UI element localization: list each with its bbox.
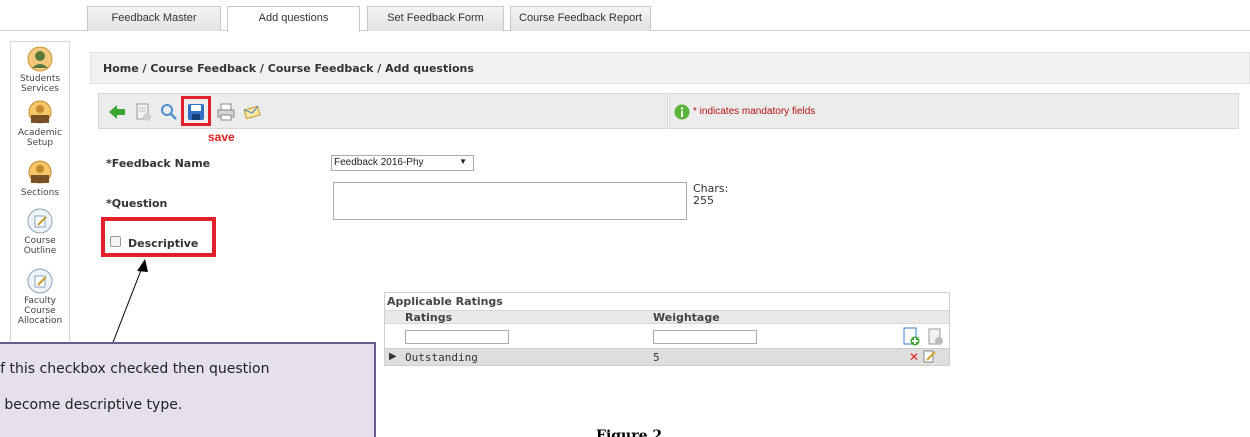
info-icon xyxy=(674,104,690,120)
rating-input[interactable] xyxy=(405,330,509,344)
question-label: *Question xyxy=(106,197,168,210)
print-icon[interactable] xyxy=(216,102,236,122)
ratings-header: Ratings Weightage xyxy=(385,310,949,324)
feedback-name-label: *Feedback Name xyxy=(106,157,211,170)
tab-add-questions[interactable]: Add questions xyxy=(227,6,360,32)
sidebar-item-faculty-course-allocation[interactable]: Faculty Course Allocation xyxy=(11,268,69,326)
rating-cell: Outstanding xyxy=(405,351,478,364)
tab-feedback-master[interactable]: Feedback Master xyxy=(87,6,221,31)
annotation-callout: If this checkbox checked then question l… xyxy=(0,342,376,437)
tab-set-feedback-form[interactable]: Set Feedback Form xyxy=(367,6,504,31)
sidebar-item-label: Course xyxy=(24,306,56,316)
sidebar-item-label: Students xyxy=(19,74,61,84)
cancel-row-icon[interactable] xyxy=(925,327,945,347)
callout-line: l become descriptive type. xyxy=(0,397,183,413)
back-arrow-icon[interactable] xyxy=(107,102,127,122)
sidebar-item-label: Sections xyxy=(20,188,60,198)
user-icon xyxy=(27,46,53,72)
question-input[interactable] xyxy=(333,182,687,220)
mandatory-note: * indicates mandatory fields xyxy=(693,106,816,117)
edit-document-icon xyxy=(27,208,53,234)
tab-course-feedback-report[interactable]: Course Feedback Report xyxy=(510,6,651,31)
edit-document-icon xyxy=(27,268,53,294)
column-header: Weightage xyxy=(653,311,720,324)
add-row-icon[interactable] xyxy=(901,327,921,347)
sidebar-item-sections[interactable]: Sections xyxy=(11,160,69,198)
sidebar-item-label: Faculty xyxy=(24,296,56,306)
save-highlight-box xyxy=(181,96,211,126)
sidebar-item-students-services[interactable]: Students Services xyxy=(11,46,69,94)
table-row[interactable]: ▶ Outstanding 5 ✕ xyxy=(385,348,949,365)
sidebar-item-course-outline[interactable]: Course Outline xyxy=(11,208,69,256)
sidebar-item-label: Academic xyxy=(18,128,62,138)
save-annotation: save xyxy=(208,130,235,144)
feedback-name-value: Feedback 2016-Phy xyxy=(334,157,424,168)
new-document-icon[interactable] xyxy=(133,102,153,122)
teacher-icon xyxy=(28,100,52,124)
feedback-name-select[interactable]: Feedback 2016-Phy ▼ xyxy=(331,155,474,171)
figure-caption: Figure 2 xyxy=(596,428,663,437)
chars-value: 255 xyxy=(693,194,714,207)
sidebar-item-label: Course xyxy=(24,236,56,246)
teacher-icon xyxy=(28,160,52,184)
chevron-down-icon: ▼ xyxy=(459,157,467,166)
weightage-input[interactable] xyxy=(653,330,757,344)
mandatory-note-bar: * indicates mandatory fields xyxy=(669,93,1239,129)
sidebar-item-label: Allocation xyxy=(17,316,63,326)
ratings-title: Applicable Ratings xyxy=(387,295,503,308)
sidebar-item-label: Setup xyxy=(26,138,54,148)
weightage-cell: 5 xyxy=(653,351,660,364)
callout-line: If this checkbox checked then question xyxy=(0,361,270,377)
top-tab-bar: Feedback Master Add questions Set Feedba… xyxy=(0,0,1250,32)
column-header: Ratings xyxy=(405,311,453,324)
delete-icon[interactable]: ✕ xyxy=(909,350,919,364)
sidebar-item-label: Services xyxy=(21,84,59,94)
search-icon[interactable] xyxy=(159,102,179,122)
chars-counter: Chars: 255 xyxy=(693,183,728,207)
sidebar-item-label: Outline xyxy=(23,246,57,256)
callout-arrow xyxy=(109,259,148,351)
descriptive-highlight-box xyxy=(101,217,216,257)
row-expand-icon[interactable]: ▶ xyxy=(389,351,397,362)
breadcrumb: Home / Course Feedback / Course Feedback… xyxy=(90,52,1250,84)
applicable-ratings-grid: Applicable Ratings Ratings Weightage ▶ O… xyxy=(384,292,950,366)
edit-icon[interactable] xyxy=(923,350,936,363)
sidebar-item-academic-setup[interactable]: Academic Setup xyxy=(11,100,69,148)
email-icon[interactable] xyxy=(242,102,262,122)
